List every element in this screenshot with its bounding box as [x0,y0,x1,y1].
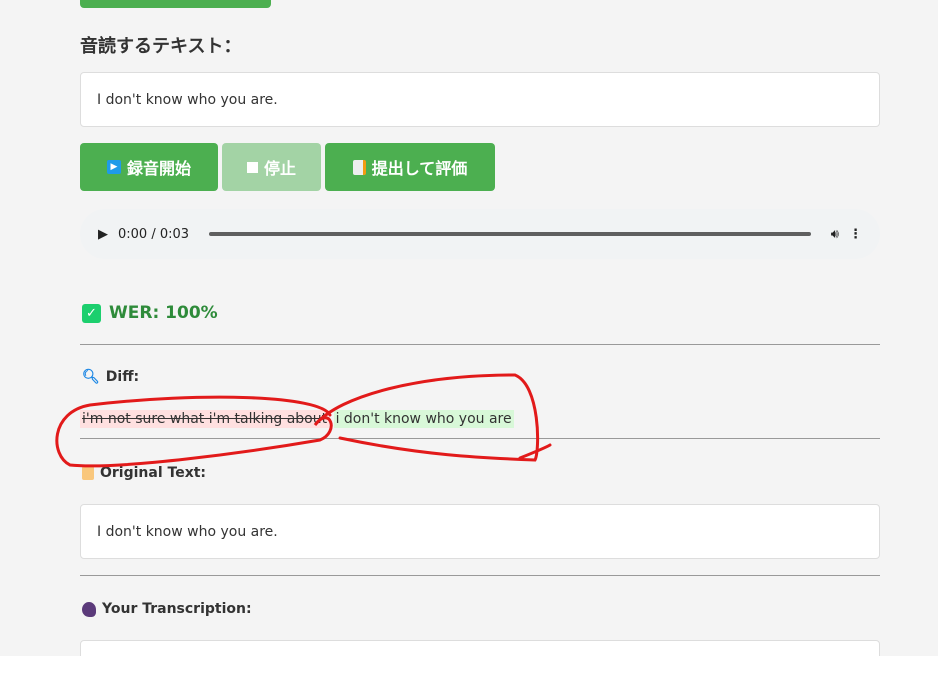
page: 音読するテキスト： I don't know who you are. ▶ 録音… [0,0,938,656]
red-annotation-scribbles [55,373,552,468]
